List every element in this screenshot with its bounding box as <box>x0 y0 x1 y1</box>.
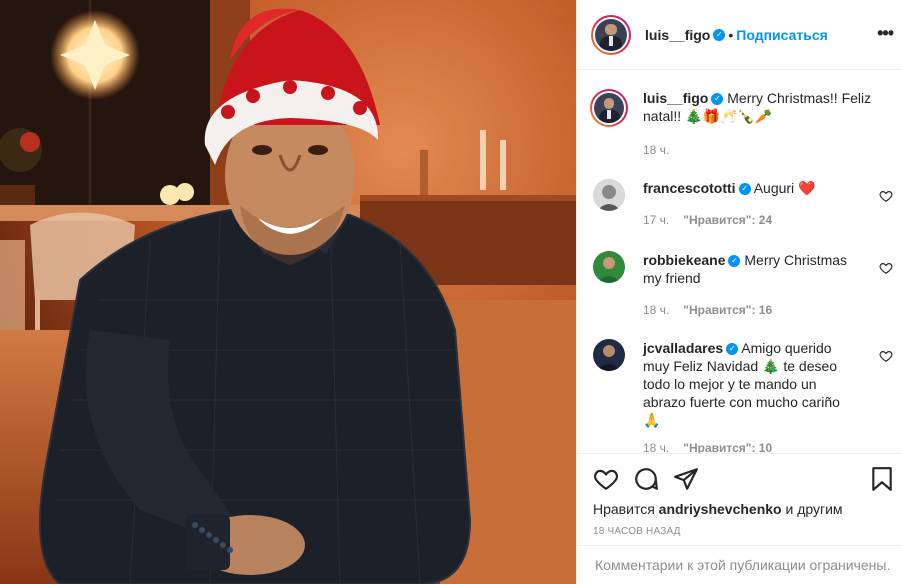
author-username[interactable]: luis__figo <box>645 27 710 43</box>
comment-meta: 17 ч. "Нравится": 24 <box>643 211 853 229</box>
author-avatar[interactable] <box>591 14 631 55</box>
verified-icon: ✓ <box>713 28 726 41</box>
comment-item: robbiekeane ✓ Merry Christmas my friend 1… <box>593 251 893 339</box>
caption-time[interactable]: 18 ч. <box>643 143 669 157</box>
comment-username[interactable]: robbiekeane <box>643 252 725 268</box>
comment-likes[interactable]: "Нравится": 10 <box>683 441 772 453</box>
verified-icon: ✓ <box>738 183 751 196</box>
comment-avatar[interactable] <box>593 339 625 371</box>
comment-icon[interactable] <box>633 466 659 492</box>
post-sidebar: luis__figo ✓ • Подписаться ••• luis__fig… <box>576 0 902 584</box>
verified-icon: ✓ <box>728 255 741 268</box>
comment-meta: 18 ч. "Нравится": 10 <box>643 439 853 453</box>
caption-meta: 18 ч. <box>643 141 875 159</box>
comment-body: francescototti ✓ Auguri ❤️ 17 ч. "Нравится… <box>643 179 853 229</box>
comment-likes[interactable]: "Нравится": 16 <box>683 303 772 317</box>
comment-item: francescototti ✓ Auguri ❤️ 17 ч. "Нравится… <box>593 179 893 249</box>
heart-icon[interactable] <box>593 466 619 492</box>
comment-body: robbiekeane ✓ Merry Christmas my friend 1… <box>643 251 853 319</box>
comment-likes[interactable]: "Нравится": 24 <box>683 213 772 227</box>
comment-text: Auguri ❤️ <box>753 180 816 196</box>
comment-meta: 18 ч. "Нравится": 16 <box>643 301 853 319</box>
comment-time[interactable]: 17 ч. <box>643 213 669 227</box>
post-image <box>0 0 576 584</box>
comments-restricted-notice: Комментарии к этой публикации ограничены… <box>577 545 902 584</box>
comment-item: jcvalladares ✓ Amigo querido muy Feliz Na… <box>593 339 893 453</box>
verified-icon: ✓ <box>711 93 724 106</box>
caption-username[interactable]: luis__figo <box>643 90 708 106</box>
verified-icon: ✓ <box>726 343 739 356</box>
action-icons <box>593 466 892 492</box>
post-actions: Нравится andriyshevchenko и другим 18 ЧА… <box>577 453 902 545</box>
comment-username[interactable]: jcvalladares <box>643 340 723 356</box>
likes-prefix: Нравится <box>593 501 655 517</box>
caption-avatar[interactable] <box>590 89 628 127</box>
restricted-text: Комментарии к этой публикации ограничены… <box>595 557 891 573</box>
caption-body: luis__figo ✓ Merry Christmas!! Feliz nata… <box>643 89 875 159</box>
heart-icon[interactable] <box>879 349 893 363</box>
heart-icon[interactable] <box>879 189 893 203</box>
likes-summary: Нравится andriyshevchenko и другим <box>593 501 843 517</box>
comment-body: jcvalladares ✓ Amigo querido muy Feliz Na… <box>643 339 853 453</box>
comment-time[interactable]: 18 ч. <box>643 441 669 453</box>
more-icon[interactable]: ••• <box>877 23 894 44</box>
post-timestamp[interactable]: 18 ЧАСОВ НАЗАД <box>593 526 681 537</box>
comment-avatar[interactable] <box>593 251 625 283</box>
comment-time[interactable]: 18 ч. <box>643 303 669 317</box>
dot-separator: • <box>728 26 734 43</box>
post-photo[interactable] <box>0 0 576 584</box>
comment-avatar[interactable] <box>593 179 625 211</box>
caption: luis__figo ✓ Merry Christmas!! Feliz nata… <box>590 89 893 179</box>
post-header: luis__figo ✓ • Подписаться ••• <box>577 0 902 70</box>
bookmark-icon[interactable] <box>871 466 893 492</box>
comments-list[interactable]: luis__figo ✓ Merry Christmas!! Feliz nata… <box>577 71 902 453</box>
share-icon[interactable] <box>673 466 699 492</box>
comment-username[interactable]: francescototti <box>643 180 736 196</box>
likes-suffix[interactable]: и другим <box>786 501 843 517</box>
likes-user[interactable]: andriyshevchenko <box>659 501 782 517</box>
follow-button[interactable]: Подписаться <box>736 27 828 43</box>
heart-icon[interactable] <box>879 261 893 275</box>
